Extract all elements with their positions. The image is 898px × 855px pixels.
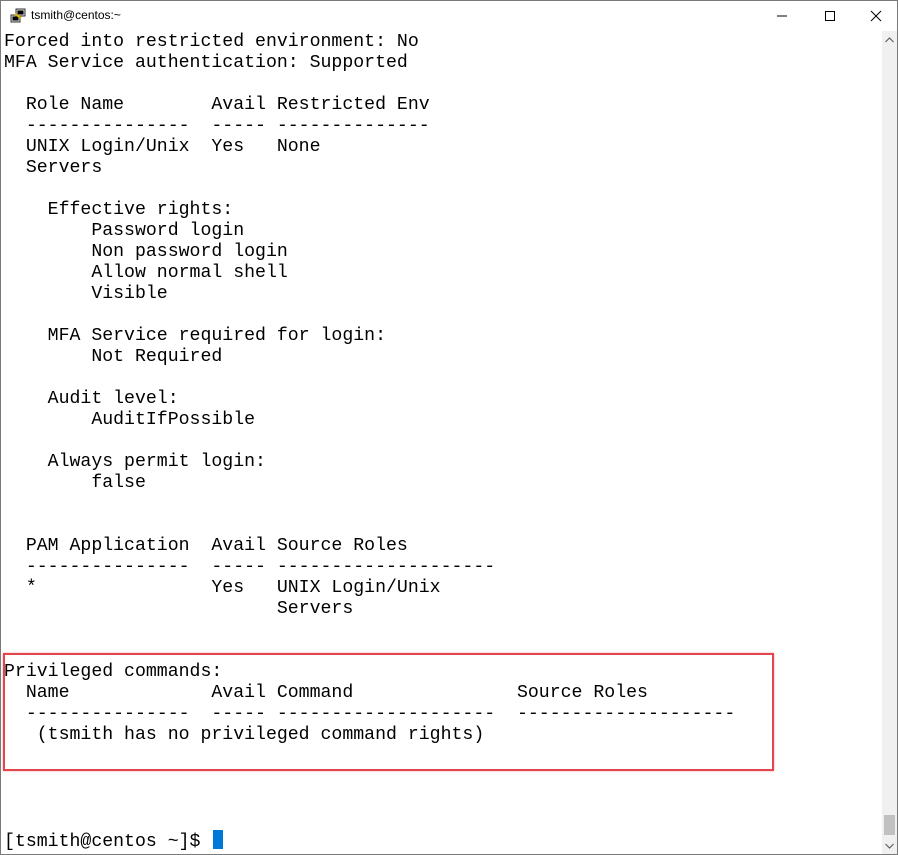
- terminal-line: false: [4, 473, 146, 493]
- maximize-icon: [825, 11, 835, 21]
- putty-icon[interactable]: [10, 8, 26, 24]
- terminal-line: Audit level:: [4, 389, 179, 409]
- terminal-line: Not Required: [4, 347, 223, 367]
- command-prompt-line[interactable]: [tsmith@centos ~]$: [4, 830, 224, 852]
- text-cursor: [213, 830, 224, 849]
- terminal-line: Non password login: [4, 242, 288, 262]
- terminal-line: Always permit login:: [4, 452, 266, 472]
- terminal-line: --------------- ----- --------------: [4, 116, 430, 136]
- terminal-line: Allow normal shell: [4, 263, 288, 283]
- chevron-up-icon: [885, 36, 894, 42]
- window-title: tsmith@centos:~: [31, 8, 121, 22]
- terminal-line: MFA Service authentication: Supported: [4, 53, 408, 73]
- terminal-line: * Yes UNIX Login/Unix: [4, 578, 441, 598]
- terminal-line: Visible: [4, 284, 168, 304]
- vertical-scrollbar[interactable]: [882, 31, 897, 854]
- scrollbar-thumb[interactable]: [884, 815, 895, 835]
- terminal-line: Name Avail Command Source Roles: [4, 683, 648, 703]
- terminal-line: --------------- ----- ------------------…: [4, 557, 496, 577]
- maximize-button[interactable]: [807, 1, 853, 31]
- terminal-line: Password login: [4, 221, 245, 241]
- terminal-line: Forced into restricted environment: No: [4, 32, 419, 52]
- minimize-button[interactable]: [759, 1, 805, 31]
- close-icon: [870, 10, 882, 22]
- terminal-line: Effective rights:: [4, 200, 234, 220]
- scroll-up-button[interactable]: [882, 32, 897, 47]
- terminal-line: UNIX Login/Unix Yes None: [4, 137, 321, 157]
- command-prompt: [tsmith@centos ~]$: [4, 832, 212, 852]
- title-bar[interactable]: tsmith@centos:~: [1, 1, 897, 31]
- terminal-line: (tsmith has no privileged command rights…: [4, 725, 485, 745]
- terminal-line: Servers: [4, 158, 103, 178]
- terminal-line: Privileged commands:: [4, 662, 223, 682]
- terminal-line: PAM Application Avail Source Roles: [4, 536, 408, 556]
- terminal-line: Role Name Avail Restricted Env: [4, 95, 430, 115]
- terminal-line: AuditIfPossible: [4, 410, 256, 430]
- terminal-window: tsmith@centos:~ Forced into restricted e…: [0, 0, 898, 855]
- terminal-line: Servers: [4, 599, 354, 619]
- terminal-line: --------------- ----- ------------------…: [4, 704, 736, 724]
- minimize-icon: [777, 15, 787, 17]
- scroll-down-button[interactable]: [882, 838, 897, 853]
- terminal-output[interactable]: Forced into restricted environment: No M…: [1, 31, 882, 854]
- chevron-down-icon: [885, 843, 894, 849]
- close-button[interactable]: [853, 1, 897, 31]
- terminal-line: MFA Service required for login:: [4, 326, 386, 346]
